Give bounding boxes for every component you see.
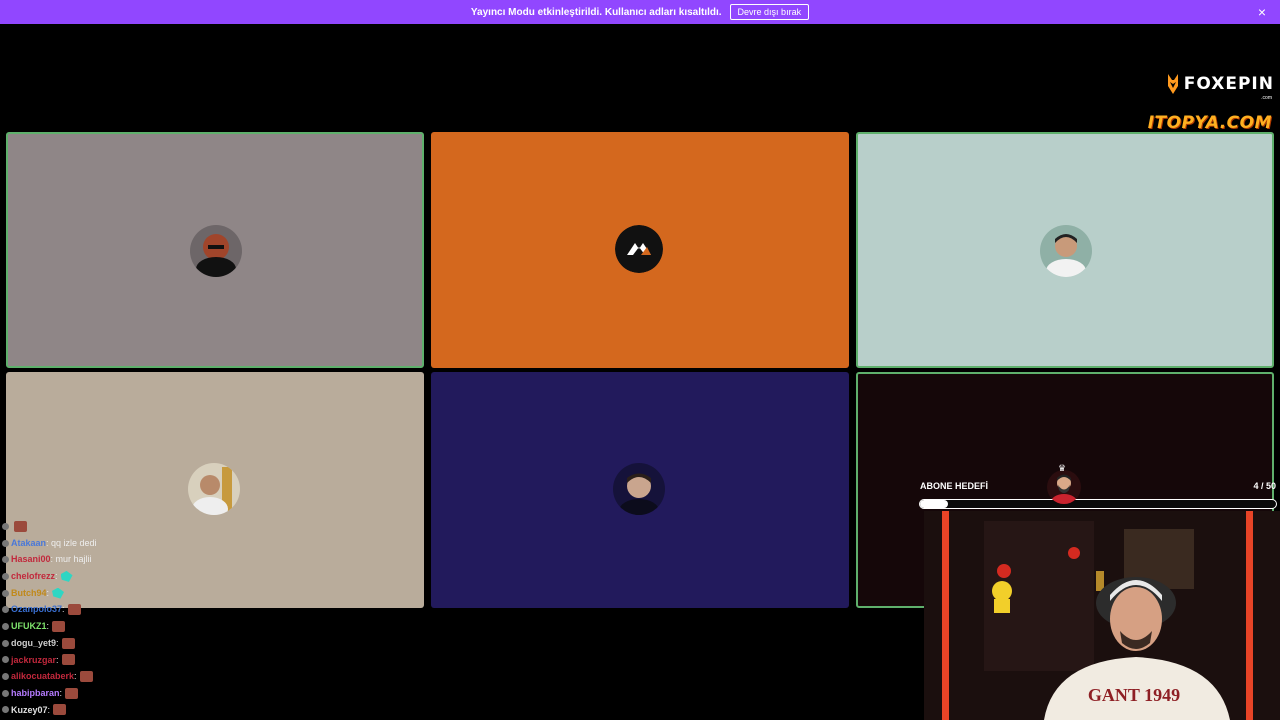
chat-message: UFUKZ1: [0,618,240,635]
itopya-logo: ITOPYA.COM [1147,113,1272,133]
subscriber-goal-label: ABONE HEDEFİ [920,481,989,491]
chat-badge-icon [2,589,9,597]
chat-badge-icon [2,539,9,547]
chat-message: Kuzey07: [0,702,240,719]
chat-badge-icon [2,639,9,647]
chat-username[interactable]: habipbaran [11,685,60,702]
chat-message: habipbaran: [0,685,240,702]
chat-text: : [56,637,59,648]
chat-emote-icon [61,637,75,649]
foxepin-logo: FOXEPIN .com [1166,72,1274,101]
chat-text: : [47,704,51,715]
chat-emote-icon [52,620,66,632]
chat-badge-icon [2,706,9,714]
chat-message [0,518,240,535]
svg-text:GANT 1949: GANT 1949 [1088,685,1180,705]
chat-username[interactable]: Hasani00 [11,551,51,568]
foxepin-domain: .com [1261,95,1272,101]
chat-message: Butch94: [0,585,240,602]
avatar [190,225,242,277]
chat-username[interactable]: alikocuataberk [11,668,74,685]
chat-badge-icon [2,622,9,630]
chat-badge-icon [2,572,9,580]
chat-message: chelofrezz: [0,568,240,585]
chat-emote-icon [79,671,93,683]
close-icon[interactable]: × [1258,4,1266,20]
chat-message: dogu_yet9: [0,635,240,652]
chat-badge-icon [2,522,9,530]
chat-username[interactable]: dogu_yet9 [11,635,56,652]
chat-badge-icon [2,656,9,664]
avatar [188,463,240,515]
chat-username[interactable]: Ozanpolo37 [11,601,62,618]
chat-text: : [74,671,77,682]
participant-tile-1[interactable] [6,132,424,368]
banner-message: Yayıncı Modu etkinleştirildi. Kullanıcı … [470,6,722,18]
subscriber-goal-fill [920,500,949,508]
avatar [615,225,663,273]
chat-emote-icon [67,604,81,616]
chat-badge-icon [2,556,9,564]
chat-emote-icon [53,704,67,716]
chat-badge-icon [2,689,9,697]
avatar [1040,225,1092,277]
chat-text: : [55,571,58,582]
fox-icon [1167,74,1178,94]
chat-username[interactable]: chelofrezz [11,568,55,585]
chat-message: Atakaan: qq izle dedi [0,535,240,552]
avatar [613,463,665,515]
participant-tile-2[interactable] [431,132,849,368]
chat-username[interactable]: Kuzey07 [11,702,48,719]
chat-overlay: Atakaan: qq izle dedi Hasani00: mur hajli… [0,518,240,718]
chat-text: : [59,687,63,698]
chat-username[interactable]: Butch94 [11,585,47,602]
subscriber-goal-count: 4 / 50 [1253,481,1276,491]
chat-emote-icon [61,654,75,666]
disable-streamer-mode-button[interactable]: Devre dışı bırak [729,4,810,20]
crown-icon: ♛ [1058,463,1067,473]
chat-username[interactable]: Atakaan [11,535,46,552]
chat-message: Ozanpolo37: [0,601,240,618]
chat-message: Hasani00: mur hajlii [0,551,240,568]
chat-badge-icon [2,673,9,681]
subscriber-goal-progress-bar [919,499,1277,509]
goal-avatar [1047,470,1081,504]
chat-text: : qq izle dedi [46,537,97,548]
chat-badge-icon [2,606,9,614]
streamer-mode-banner: Yayıncı Modu etkinleştirildi. Kullanıcı … [0,0,1280,24]
participant-tile-5[interactable] [431,372,849,608]
chat-emote-icon [65,687,79,699]
chat-username[interactable]: jackruzgar [11,652,56,669]
chat-text: : [46,587,50,598]
chat-text: : [62,604,65,615]
chat-username[interactable]: UFUKZ1 [11,618,47,635]
chat-emote-icon [14,520,27,532]
chat-text: : [56,654,59,665]
webcam-feed: GANT 1949 [924,511,1280,720]
chat-message: alikocuataberk: [0,668,240,685]
chat-emote-icon [52,587,65,599]
foxepin-wordmark: FOXEPIN [1183,74,1274,94]
chat-emote-icon [60,570,73,582]
chat-text: : [46,621,50,632]
chat-text: : mur hajlii [50,554,92,565]
chat-message: jackruzgar: [0,652,240,669]
participant-tile-3[interactable] [856,132,1274,368]
